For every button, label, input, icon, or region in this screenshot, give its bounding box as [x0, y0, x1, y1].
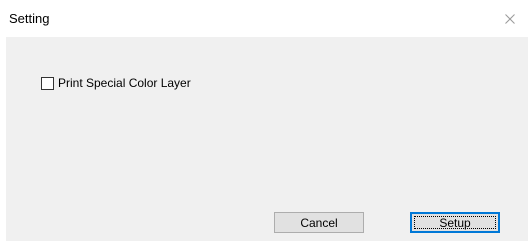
cancel-button[interactable]: Cancel [274, 212, 364, 233]
setting-dialog: Setting Print Special Color Layer Cancel… [0, 0, 528, 247]
close-icon [505, 13, 515, 24]
print-special-color-layer-option[interactable]: Print Special Color Layer [41, 75, 191, 91]
title-bar: Setting [0, 0, 528, 37]
print-special-color-layer-checkbox[interactable] [41, 76, 54, 90]
close-button[interactable] [492, 0, 528, 37]
window-bottom-edge [0, 241, 528, 247]
print-special-color-layer-label[interactable]: Print Special Color Layer [58, 75, 191, 91]
dialog-body [6, 37, 528, 241]
window-title: Setting [9, 11, 50, 26]
setup-button[interactable]: Setup [410, 212, 500, 233]
setup-button-label: Setup [439, 215, 471, 230]
